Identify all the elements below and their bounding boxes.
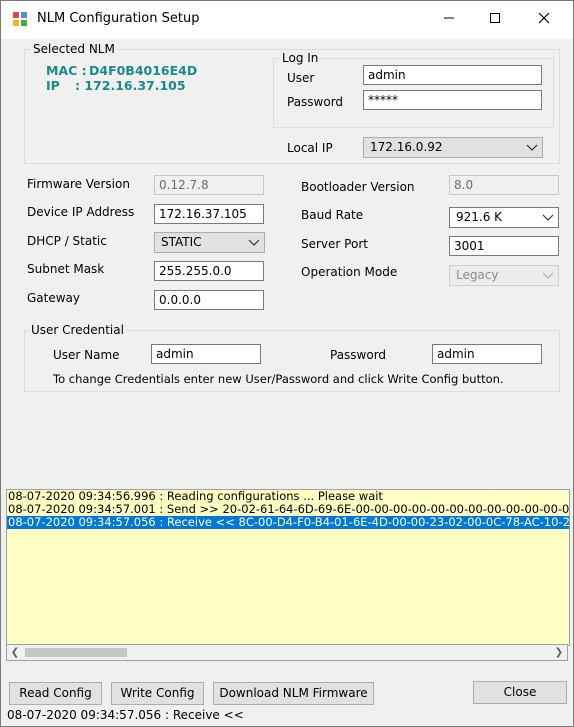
log-list[interactable]: 08-07-2020 09:34:56.996 : Reading config…	[6, 489, 570, 646]
user-credential-label: User Credential	[29, 323, 126, 337]
bootloader-version-label: Bootloader Version	[301, 180, 415, 194]
device-ip-input[interactable]: 172.16.37.105	[154, 204, 264, 224]
read-config-button[interactable]: Read Config	[9, 682, 102, 705]
close-icon	[538, 12, 550, 24]
server-port-label: Server Port	[301, 237, 368, 251]
minimize-button[interactable]	[426, 1, 472, 39]
ip-label: IP	[46, 78, 60, 93]
baud-rate-value: 921.6 K	[456, 210, 503, 224]
app-icon	[13, 12, 27, 26]
server-port-input[interactable]: 3001	[449, 236, 559, 256]
status-bar-text: 08-07-2020 09:34:57.056 : Receive <<	[7, 708, 244, 722]
subnet-mask-label: Subnet Mask	[27, 262, 105, 276]
mac-value: D4F0B4016E4D	[89, 63, 198, 78]
maximize-button[interactable]	[472, 1, 518, 39]
local-ip-label: Local IP	[287, 141, 333, 155]
chevron-down-icon	[542, 214, 554, 221]
maximize-icon	[490, 13, 500, 23]
credential-hint: To change Credentials enter new User/Pas…	[53, 372, 504, 386]
operation-mode-select: Legacy	[449, 265, 559, 286]
cred-password-input[interactable]: admin	[432, 344, 542, 364]
subnet-mask-input[interactable]: 255.255.0.0	[154, 261, 264, 281]
login-label: Log In	[280, 51, 321, 65]
minimize-icon	[444, 17, 454, 19]
close-window-button[interactable]	[521, 1, 567, 39]
baud-rate-label: Baud Rate	[301, 208, 364, 222]
download-firmware-button[interactable]: Download NLM Firmware	[213, 682, 374, 705]
nlm-config-window: NLM Configuration Setup Selected NLM MAC…	[0, 0, 574, 727]
cred-password-label: Password	[330, 348, 387, 362]
login-password-input[interactable]: *****	[363, 90, 542, 110]
gateway-label: Gateway	[27, 291, 81, 305]
chevron-down-icon	[248, 239, 260, 246]
write-config-button[interactable]: Write Config	[111, 682, 204, 705]
scrollbar-thumb[interactable]	[25, 648, 127, 657]
chevron-down-icon	[526, 144, 538, 151]
selected-nlm-label: Selected NLM	[31, 42, 117, 56]
password-label: Password	[287, 95, 344, 109]
log-line-selected[interactable]: 08-07-2020 09:34:57.056 : Receive << 8C-…	[7, 516, 569, 529]
operation-mode-value: Legacy	[456, 268, 499, 282]
firmware-version-label: Firmware Version	[27, 177, 130, 191]
device-ip-label: Device IP Address	[27, 205, 135, 219]
user-label: User	[287, 71, 315, 85]
cred-username-input[interactable]: admin	[151, 344, 261, 364]
title-bar: NLM Configuration Setup	[1, 1, 573, 39]
bootloader-version-field: 8.0	[449, 175, 559, 195]
scroll-right-icon[interactable]: ❯	[552, 646, 566, 659]
log-horizontal-scrollbar[interactable]: ❮ ❯	[6, 644, 568, 661]
gateway-input[interactable]: 0.0.0.0	[154, 290, 264, 310]
dhcp-static-value: STATIC	[161, 235, 202, 249]
cred-username-label: User Name	[53, 348, 120, 362]
dhcp-static-label: DHCP / Static	[27, 234, 107, 248]
mac-label: MAC :	[46, 63, 87, 78]
close-button[interactable]: Close	[473, 681, 567, 704]
scroll-left-icon[interactable]: ❮	[8, 646, 22, 659]
ip-value: : 172.16.37.105	[75, 78, 186, 93]
login-user-input[interactable]: admin	[363, 65, 542, 85]
firmware-version-field: 0.12.7.8	[154, 175, 264, 195]
dhcp-static-select[interactable]: STATIC	[154, 232, 265, 253]
local-ip-value: 172.16.0.92	[370, 140, 443, 154]
operation-mode-label: Operation Mode	[301, 265, 398, 279]
chevron-down-icon	[542, 272, 554, 279]
baud-rate-select[interactable]: 921.6 K	[449, 207, 559, 228]
window-title: NLM Configuration Setup	[37, 11, 200, 26]
local-ip-select[interactable]: 172.16.0.92	[363, 137, 543, 158]
